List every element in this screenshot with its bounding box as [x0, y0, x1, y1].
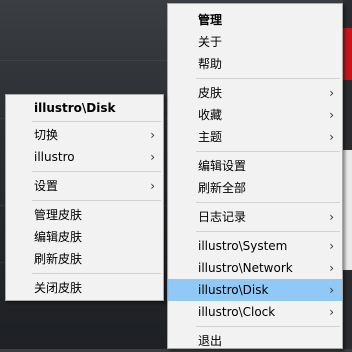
menu-item-label: 编辑设置	[198, 159, 247, 173]
submenu-item-variants[interactable]: 切换 ›	[6, 124, 163, 146]
chevron-right-icon: ›	[329, 261, 334, 275]
menu-item-illustro-network[interactable]: illustro\Network ›	[168, 257, 342, 279]
menu-item-label: 管理皮肤	[34, 208, 83, 222]
menu-separator	[32, 171, 161, 172]
menu-item-label: illustro	[34, 150, 75, 164]
menu-separator	[32, 200, 161, 201]
skin-context-menu: illustro\Disk 切换 › illustro › 设置 › 管理皮肤 …	[5, 94, 164, 301]
submenu-item-illustro[interactable]: illustro ›	[6, 146, 163, 168]
menu-item-label: 刷新皮肤	[34, 252, 83, 266]
submenu-item-close-skin[interactable]: 关闭皮肤	[6, 277, 163, 299]
menu-separator	[32, 121, 161, 122]
chevron-right-icon: ›	[329, 210, 334, 224]
menu-item-label: 设置	[34, 179, 59, 193]
rainmeter-context-menu: 管理 关于 帮助 皮肤 › 收藏 › 主题 › 编辑设置 刷新全部 日志记录 ›…	[167, 3, 343, 349]
menu-item-label: illustro\Clock	[198, 305, 276, 319]
menu-separator	[196, 78, 340, 79]
chevron-right-icon: ›	[329, 239, 334, 253]
menu-item-label: 皮肤	[198, 86, 223, 100]
menu-item-label: 管理	[198, 13, 223, 27]
submenu-item-refresh-skin[interactable]: 刷新皮肤	[6, 248, 163, 270]
menu-item-illustro-system[interactable]: illustro\System ›	[168, 235, 342, 257]
menu-item-about[interactable]: 关于	[168, 31, 342, 53]
menu-item-manage[interactable]: 管理	[168, 9, 342, 31]
menu-item-label: illustro\Network	[198, 261, 293, 275]
menu-item-favorites[interactable]: 收藏 ›	[168, 104, 342, 126]
menu-separator	[196, 326, 340, 327]
menu-separator	[32, 273, 161, 274]
chevron-right-icon: ›	[329, 305, 334, 319]
menu-item-label: illustro\System	[198, 239, 288, 253]
menu-item-label: 刷新全部	[198, 181, 247, 195]
menu-item-label: 关闭皮肤	[34, 281, 83, 295]
chevron-right-icon: ›	[150, 128, 155, 142]
menu-item-edit-settings[interactable]: 编辑设置	[168, 155, 342, 177]
menu-item-label: 编辑皮肤	[34, 230, 83, 244]
chevron-right-icon: ›	[329, 86, 334, 100]
submenu-item-manage-skin[interactable]: 管理皮肤	[6, 204, 163, 226]
submenu-item-settings[interactable]: 设置 ›	[6, 175, 163, 197]
menu-separator	[196, 151, 340, 152]
background-window-panel	[343, 150, 352, 270]
menu-item-skins[interactable]: 皮肤 ›	[168, 82, 342, 104]
menu-item-label: 关于	[198, 35, 223, 49]
chevron-right-icon: ›	[150, 179, 155, 193]
menu-item-label: 切换	[34, 128, 59, 142]
menu-item-illustro-clock[interactable]: illustro\Clock ›	[168, 301, 342, 323]
menu-item-themes[interactable]: 主题 ›	[168, 126, 342, 148]
menu-item-logging[interactable]: 日志记录 ›	[168, 206, 342, 228]
menu-item-illustro-disk[interactable]: illustro\Disk ›	[168, 279, 342, 301]
menu-item-help[interactable]: 帮助	[168, 53, 342, 75]
menu-item-refresh-all[interactable]: 刷新全部	[168, 177, 342, 199]
menu-separator	[196, 231, 340, 232]
menu-item-label: 日志记录	[198, 210, 247, 224]
menu-separator	[196, 202, 340, 203]
menu-item-label: illustro\Disk	[198, 283, 269, 297]
menu-item-label: 收藏	[198, 108, 223, 122]
chevron-right-icon: ›	[329, 283, 334, 297]
chevron-right-icon: ›	[329, 130, 334, 144]
background-window-accent	[343, 28, 352, 80]
submenu-item-edit-skin[interactable]: 编辑皮肤	[6, 226, 163, 248]
menu-item-label: 退出	[198, 334, 223, 348]
chevron-right-icon: ›	[150, 150, 155, 164]
submenu-title: illustro\Disk	[6, 97, 163, 119]
chevron-right-icon: ›	[329, 108, 334, 122]
menu-item-label: 主题	[198, 130, 223, 144]
submenu-title-label: illustro\Disk	[34, 101, 116, 115]
menu-item-label: 帮助	[198, 57, 223, 71]
